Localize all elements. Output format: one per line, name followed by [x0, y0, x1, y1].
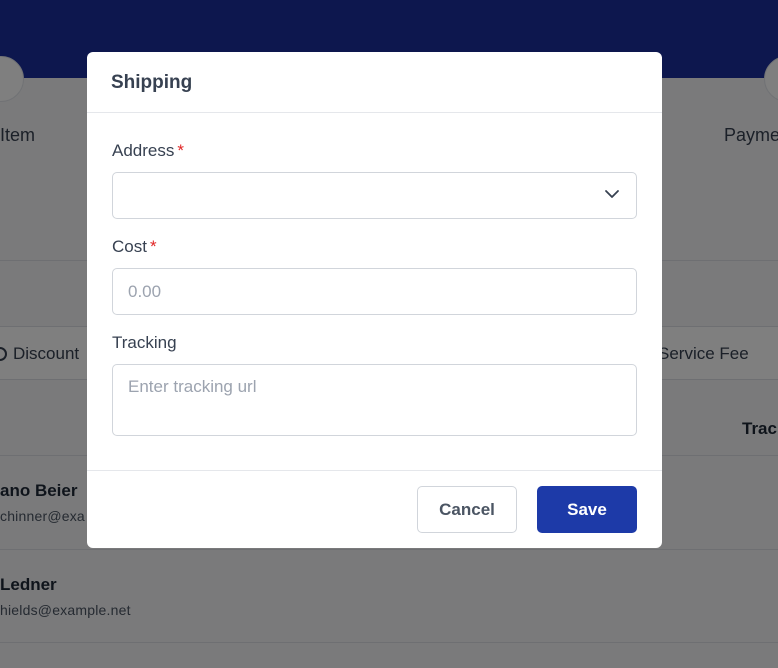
required-mark: *	[149, 237, 157, 256]
address-label: Address *	[112, 141, 184, 160]
dialog-header: Shipping	[87, 52, 662, 113]
required-mark: *	[177, 141, 184, 160]
save-button[interactable]: Save	[537, 486, 637, 533]
tracking-field-group: Tracking	[112, 333, 637, 441]
dialog-body: Address* Cost* Tracking	[87, 113, 662, 471]
address-field-group: Address *	[112, 141, 637, 219]
tracking-label: Tracking	[112, 333, 177, 352]
dialog-footer: Cancel Save	[87, 470, 662, 548]
shipping-dialog: Shipping Address* Cost* Tracking Cancel …	[87, 52, 662, 548]
cost-field-group: Cost *	[112, 237, 637, 315]
dialog-title: Shipping	[111, 72, 193, 93]
tracking-url-input[interactable]	[112, 364, 637, 436]
cancel-button[interactable]: Cancel	[417, 486, 517, 533]
chevron-down-icon	[605, 190, 619, 198]
cost-label: Cost *	[112, 237, 157, 256]
cost-input[interactable]	[112, 268, 637, 315]
address-select[interactable]	[112, 172, 637, 219]
